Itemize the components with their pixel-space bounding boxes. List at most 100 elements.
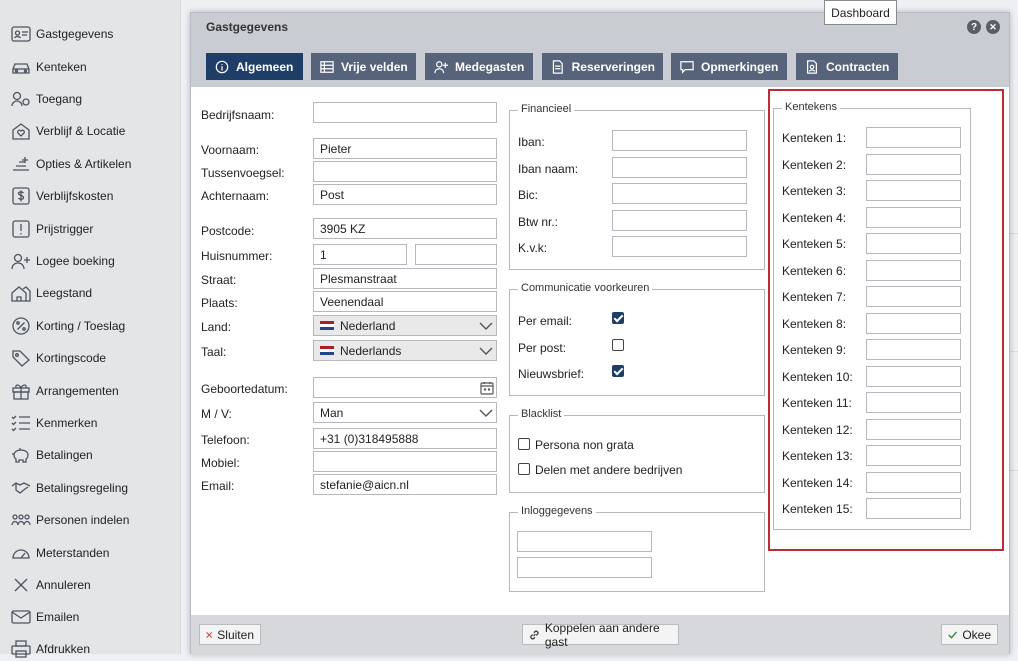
sidebar-item-arrangementen[interactable]: Arrangementen xyxy=(9,379,119,403)
kenteken-14-input[interactable] xyxy=(866,471,961,493)
kenteken-4-input[interactable] xyxy=(866,206,961,228)
kenteken-1-input[interactable] xyxy=(866,127,961,148)
okee-button[interactable]: Okee xyxy=(941,624,998,645)
nieuwsbrief-checkbox[interactable] xyxy=(612,365,624,377)
geboortedatum-input[interactable] xyxy=(313,377,497,398)
sidebar-item-kenmerken[interactable]: Kenmerken xyxy=(9,411,97,435)
tab-label: Contracten xyxy=(826,59,890,74)
kenteken-2-input[interactable] xyxy=(866,153,961,175)
sidebar-item-verblijf-locatie[interactable]: Verblijf & Locatie xyxy=(9,119,125,143)
calendar-icon[interactable] xyxy=(480,381,494,395)
iban-naam-input[interactable] xyxy=(612,157,747,178)
sidebar-item-toegang[interactable]: Toegang xyxy=(9,87,82,111)
sidebar-item-verblijfskosten[interactable]: Verblijfskosten xyxy=(9,184,113,208)
kenteken-7-label: Kenteken 7: xyxy=(782,290,847,304)
blacklist-fieldset: Blacklist Persona non grata Delen met an… xyxy=(509,408,765,493)
kenteken-10-input[interactable] xyxy=(866,365,961,387)
mv-select[interactable]: Man xyxy=(313,402,497,423)
per-post-checkbox[interactable] xyxy=(612,339,624,351)
handshake-icon xyxy=(9,478,33,498)
koppelen-button[interactable]: Koppelen aan andere gast xyxy=(522,621,679,649)
telefoon-input[interactable]: +31 (0)318495888 xyxy=(313,428,497,449)
bedrijfsnaam-input[interactable] xyxy=(313,102,497,123)
kenteken-11-input[interactable] xyxy=(866,392,961,413)
sidebar-item-label: Kortingscode xyxy=(36,351,107,365)
email-input[interactable]: stefanie@aicn.nl xyxy=(313,474,497,495)
sluiten-button[interactable]: Sluiten xyxy=(199,624,261,645)
btw-input[interactable] xyxy=(612,210,747,231)
persona-non-grata-checkbox[interactable] xyxy=(518,438,530,450)
tab-label: Algemeen xyxy=(236,59,294,74)
kenteken-15-input[interactable] xyxy=(866,498,961,519)
delen-checkbox[interactable] xyxy=(518,463,530,475)
tab-medegasten[interactable]: Medegasten xyxy=(425,53,533,80)
kenteken-12-label: Kenteken 12: xyxy=(782,422,853,437)
help-icon[interactable]: ? xyxy=(967,20,981,34)
kenteken-6-input[interactable] xyxy=(866,259,961,281)
sidebar-item-betalingen[interactable]: Betalingen xyxy=(9,443,93,467)
contract-icon xyxy=(807,59,817,74)
sidebar-item-meterstanden[interactable]: Meterstanden xyxy=(9,541,109,565)
tab-reserveringen[interactable]: Reserveringen xyxy=(542,53,663,80)
background-divider xyxy=(1010,351,1018,352)
kenteken-3-input[interactable] xyxy=(866,180,961,201)
sidebar-item-kenteken[interactable]: Kenteken xyxy=(9,55,87,79)
voornaam-input[interactable]: Pieter xyxy=(313,138,497,159)
kenteken-7-input[interactable] xyxy=(866,286,961,307)
per-email-checkbox[interactable] xyxy=(612,312,624,324)
background-divider xyxy=(1010,233,1018,234)
land-select[interactable]: Nederland xyxy=(313,315,497,336)
postcode-input[interactable]: 3905 KZ xyxy=(313,218,497,239)
tab-contracten[interactable]: Contracten xyxy=(796,53,898,80)
sidebar-item-label: Annuleren xyxy=(36,578,91,592)
sidebar-item-label: Meterstanden xyxy=(36,546,110,560)
username-input[interactable] xyxy=(517,531,652,552)
sidebar-item-korting-toeslag[interactable]: Korting / Toeslag xyxy=(9,314,125,338)
tussenvoegsel-input[interactable] xyxy=(313,161,497,182)
dialog-title: Gastgegevens xyxy=(206,20,289,34)
close-icon[interactable]: ✕ xyxy=(986,20,1000,34)
sidebar-item-personen-indelen[interactable]: Personen indelen xyxy=(9,508,129,532)
kenteken-8-input[interactable] xyxy=(866,312,961,334)
kvk-input[interactable] xyxy=(612,236,747,257)
delen-label: Delen met andere bedrijven xyxy=(535,463,683,477)
sidebar-item-gastgegevens[interactable]: Gastgegevens xyxy=(9,22,113,46)
tab-algemeen[interactable]: Algemeen xyxy=(206,53,303,80)
mobiel-input[interactable] xyxy=(313,451,497,472)
sidebar-item-kortingscode[interactable]: Kortingscode xyxy=(9,346,106,370)
sidebar-item-prijstrigger[interactable]: Prijstrigger xyxy=(9,217,93,241)
sidebar-item-annuleren[interactable]: Annuleren xyxy=(9,573,91,597)
sidebar-item-label: Betalingsregeling xyxy=(36,481,129,495)
tab-vrije-velden[interactable]: Vrije velden xyxy=(311,53,416,80)
achternaam-input[interactable]: Post xyxy=(313,184,497,205)
sidebar-item-leegstand[interactable]: Leegstand xyxy=(9,281,92,305)
sidebar-item-logee-boeking[interactable]: Logee boeking xyxy=(9,249,115,273)
straat-label: Straat: xyxy=(201,273,237,287)
kenteken-5-input[interactable] xyxy=(866,233,961,254)
financieel-legend: Financieel xyxy=(518,103,575,115)
sidebar-item-opties-artikelen[interactable]: Opties & Artikelen xyxy=(9,152,131,176)
kenteken-13-input[interactable] xyxy=(866,445,961,466)
mobiel-label: Mobiel: xyxy=(201,456,240,470)
taal-select[interactable]: Nederlands xyxy=(313,340,497,361)
iban-input[interactable] xyxy=(612,130,747,151)
password-input[interactable] xyxy=(517,557,652,578)
straat-input[interactable]: Plesmanstraat xyxy=(313,268,497,289)
bedrijfsnaam-label: Bedrijfsnaam: xyxy=(201,108,275,122)
bic-input[interactable] xyxy=(612,183,747,204)
sidebar-item-label: Verblijfskosten xyxy=(36,189,114,203)
plaats-input[interactable]: Veenendaal xyxy=(313,291,497,312)
add-person-icon xyxy=(434,60,448,73)
kenteken-9-input[interactable] xyxy=(866,339,961,360)
house-heart-icon xyxy=(9,121,33,141)
chevron-down-icon xyxy=(476,403,496,422)
kenteken-12-input[interactable] xyxy=(866,418,961,440)
per-email-label: Per email: xyxy=(518,314,573,328)
tab-opmerkingen[interactable]: Opmerkingen xyxy=(671,53,787,80)
sidebar-item-betalingsregeling[interactable]: Betalingsregeling xyxy=(9,476,128,500)
huisnummer-toevoeging-input[interactable] xyxy=(415,244,497,265)
huisnummer-input[interactable]: 1 xyxy=(313,244,407,265)
sidebar-item-emailen[interactable]: Emailen xyxy=(9,605,79,629)
kenteken-8-label: Kenteken 8: xyxy=(782,316,847,331)
sidebar-item-afdrukken[interactable]: Afdrukken xyxy=(9,637,90,661)
